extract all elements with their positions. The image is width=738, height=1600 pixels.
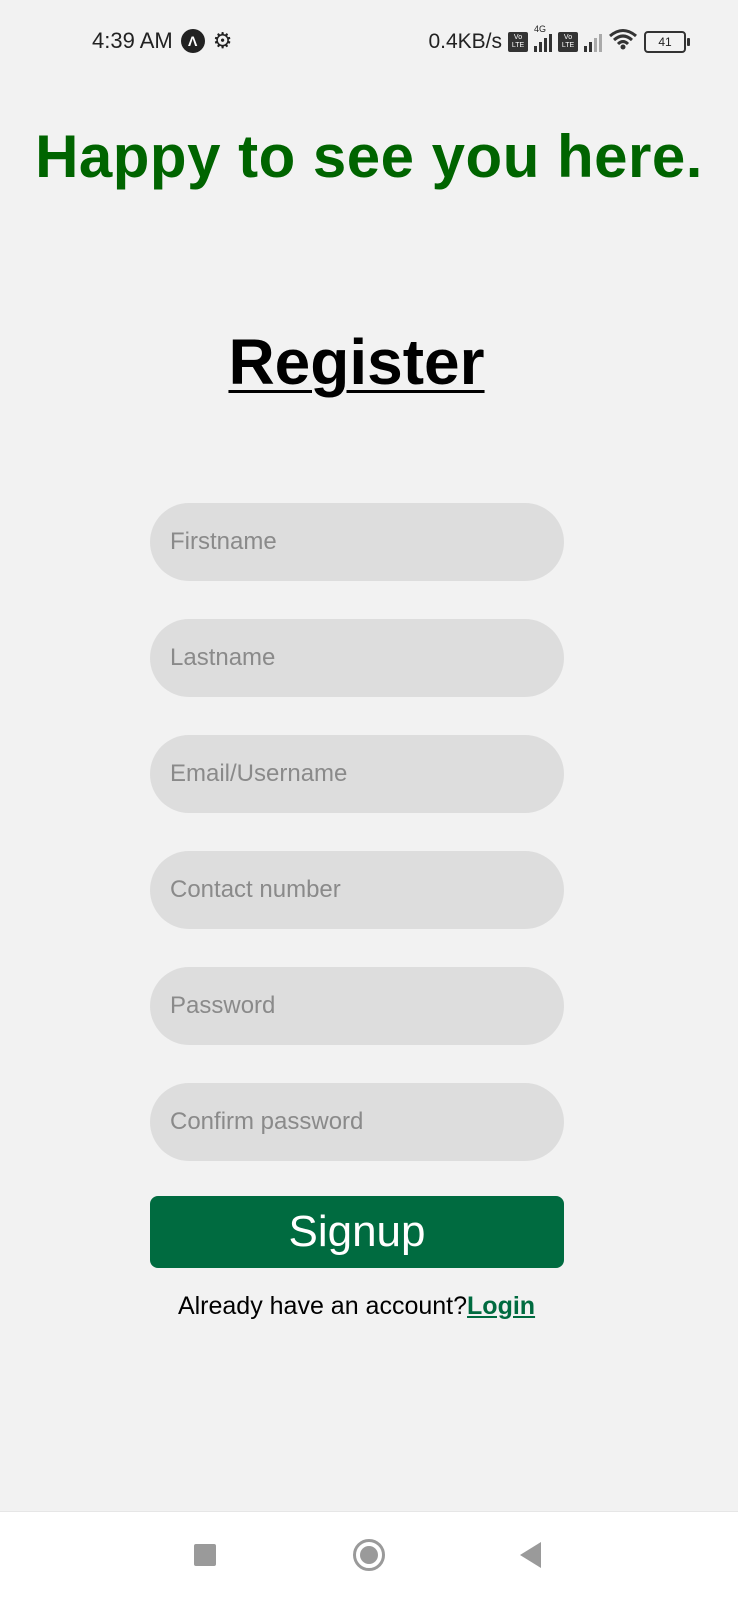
confirm-password-field[interactable]	[150, 1083, 564, 1161]
battery-icon: 41	[644, 31, 690, 53]
recents-square-icon[interactable]	[194, 1544, 216, 1566]
welcome-headline: Happy to see you here.	[35, 123, 703, 190]
login-prompt: Already have an account?	[177, 1292, 468, 1320]
signup-button[interactable]: Signup	[150, 1196, 564, 1268]
volte-icon: Vo LTE	[508, 32, 528, 52]
navigation-bar	[0, 1511, 738, 1600]
battery-level: 41	[658, 35, 672, 49]
app-icon: Λ	[180, 29, 205, 53]
network-speed: 0.4KB/s	[428, 30, 502, 53]
status-bar: 4:39 AM Λ ⚙ 0.4KB/s Vo LTE 4G Vo LTE 41	[0, 0, 738, 86]
status-time: 4:39 AM	[92, 28, 173, 53]
lastname-field[interactable]	[150, 619, 564, 697]
status-bar-right: 0.4KB/s Vo LTE 4G Vo LTE 41	[428, 24, 690, 56]
volte-icon: Vo LTE	[558, 32, 578, 52]
firstname-field[interactable]	[150, 503, 564, 581]
gear-icon: ⚙	[212, 28, 233, 53]
contact-number-field[interactable]	[150, 851, 564, 929]
wifi-icon	[608, 28, 638, 56]
signal-icon	[584, 32, 602, 52]
password-field[interactable]	[150, 967, 564, 1045]
back-triangle-icon[interactable]	[520, 1542, 541, 1568]
login-link[interactable]: Login	[467, 1292, 535, 1320]
home-circle-icon[interactable]	[353, 1539, 385, 1571]
signal-icon: 4G	[534, 24, 552, 52]
status-bar-left: 4:39 AM Λ ⚙	[92, 28, 232, 54]
email-username-field[interactable]	[150, 735, 564, 813]
register-title: Register	[228, 326, 485, 398]
network-type: 4G	[534, 24, 547, 34]
login-prompt-row: Already have an account?Login	[0, 1292, 713, 1321]
